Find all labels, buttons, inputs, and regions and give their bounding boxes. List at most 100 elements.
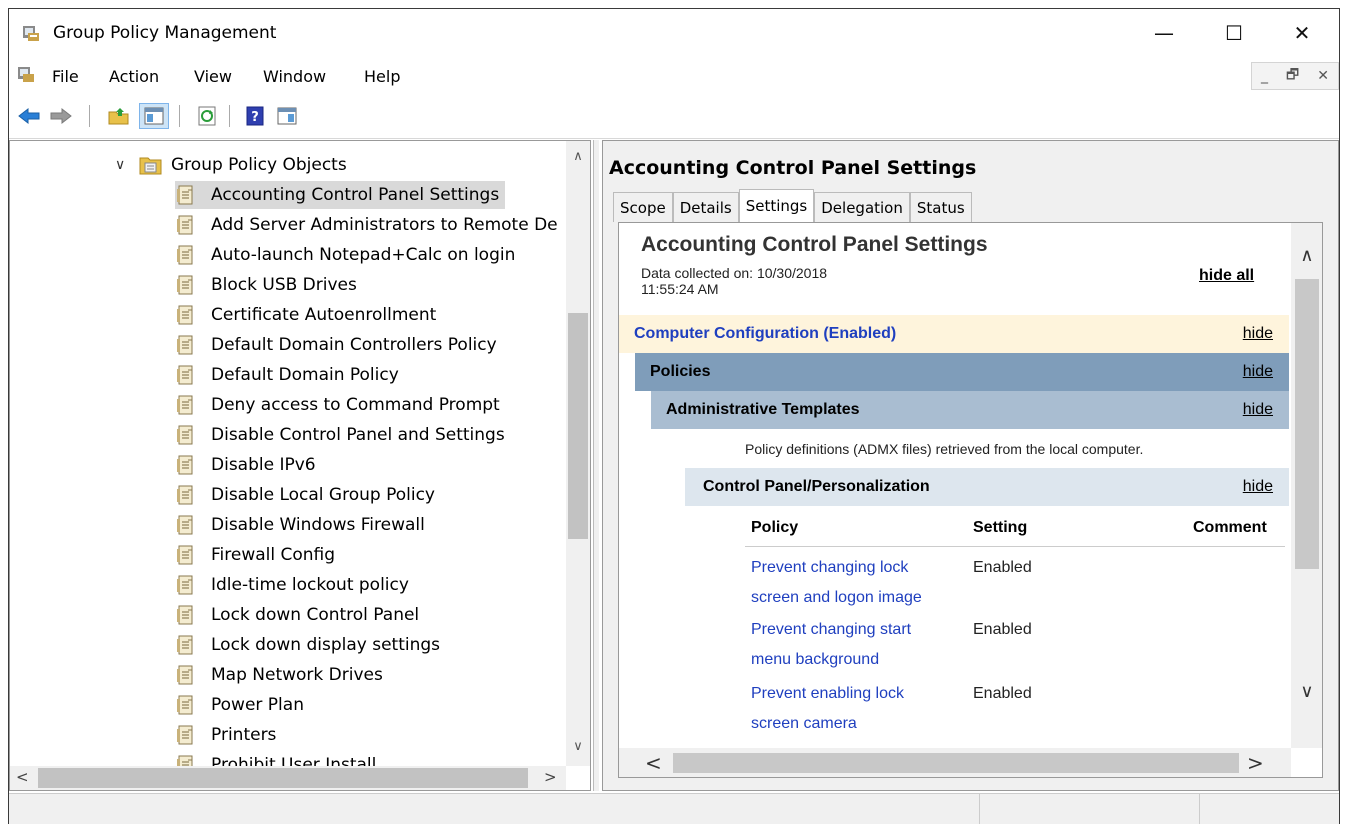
tab-details[interactable]: Details (672, 192, 739, 222)
maximize-button[interactable]: ☐ (1205, 9, 1263, 57)
tree-item-gpo[interactable]: Power Plan (175, 691, 310, 719)
mdi-minimize-button[interactable]: _ (1261, 68, 1268, 84)
tree-item-gpo[interactable]: Certificate Autoenrollment (175, 301, 442, 329)
menu-action[interactable]: Action (109, 67, 159, 86)
tree-pane: ∨ Group Policy Objects Accounting Contro… (9, 140, 591, 791)
tree-item-gpo[interactable]: Disable Windows Firewall (175, 511, 431, 539)
close-button[interactable]: ✕ (1273, 9, 1331, 57)
hide-policies-link[interactable]: hide (1243, 363, 1273, 381)
menu-file[interactable]: File (52, 67, 79, 86)
help-icon[interactable]: ? (243, 105, 267, 127)
menu-view[interactable]: View (194, 67, 232, 86)
tree-item-gpo[interactable]: Printers (175, 721, 282, 749)
tree-vertical-scrollbar[interactable]: ∧ ∨ (566, 141, 590, 766)
tree-item-gpo[interactable]: Prohibit User Install (175, 751, 382, 766)
details-pane: Accounting Control Panel Settings Scope … (602, 140, 1339, 791)
tree-item-gpo[interactable]: Deny access to Command Prompt (175, 391, 506, 419)
tree-item-gpo[interactable]: Lock down display settings (175, 631, 446, 659)
gpo-document-icon (175, 604, 197, 626)
scrollbar-thumb[interactable] (38, 768, 528, 788)
scroll-up-arrow-icon[interactable]: ∧ (1291, 245, 1322, 266)
tree-root-label: Group Policy Objects (171, 155, 347, 175)
tab-settings[interactable]: Settings (738, 189, 815, 222)
menu-window[interactable]: Window (263, 67, 326, 86)
status-bar-divider (1199, 794, 1200, 824)
report-horizontal-scrollbar[interactable]: < > (619, 748, 1291, 777)
tree-item-label: Default Domain Policy (211, 365, 399, 385)
tree-item-gpo[interactable]: Disable Local Group Policy (175, 481, 441, 509)
scroll-down-arrow-icon[interactable]: ∨ (566, 739, 590, 754)
pane-splitter[interactable] (593, 140, 599, 791)
tab-scope[interactable]: Scope (613, 192, 673, 222)
tree-item-gpo[interactable]: Map Network Drives (175, 661, 389, 689)
tree-item-gpo[interactable]: Default Domain Policy (175, 361, 405, 389)
tree-item-gpo[interactable]: Auto-launch Notepad+Calc on login (175, 241, 521, 269)
gpm-app-icon (23, 26, 39, 41)
policy-name-line[interactable]: menu background (751, 645, 961, 675)
report-vertical-scrollbar[interactable]: ∧ ∨ (1291, 223, 1322, 748)
gpo-document-icon (175, 544, 197, 566)
scroll-left-arrow-icon[interactable]: < (16, 768, 29, 786)
hide-administrative-templates-link[interactable]: hide (1243, 401, 1273, 419)
tree-item-gpo[interactable]: Default Domain Controllers Policy (175, 331, 503, 359)
policy-link-lock-screen[interactable]: Prevent changing lock screen and logon i… (751, 553, 961, 613)
toolbar-separator (179, 105, 180, 127)
up-folder-icon[interactable] (107, 105, 131, 127)
status-bar (9, 793, 1339, 824)
tree-item-gpo[interactable]: Lock down Control Panel (175, 601, 425, 629)
show-hide-tree-icon[interactable] (139, 103, 169, 129)
policy-link-start-background[interactable]: Prevent changing start menu background (751, 615, 961, 675)
tree-item-label: Certificate Autoenrollment (211, 305, 437, 325)
hide-control-panel-link[interactable]: hide (1243, 478, 1273, 496)
minimize-button[interactable]: — (1135, 9, 1193, 57)
forward-arrow-icon[interactable] (49, 105, 73, 127)
tree-item-gpo[interactable]: Block USB Drives (175, 271, 363, 299)
hide-computer-configuration-link[interactable]: hide (1243, 325, 1273, 343)
policy-name-line[interactable]: Prevent enabling lock (751, 679, 961, 709)
refresh-icon[interactable] (195, 105, 219, 127)
title-bar: Group Policy Management — ☐ ✕ (9, 9, 1339, 57)
tree-item-gpo[interactable]: Firewall Config (175, 541, 341, 569)
scroll-down-arrow-icon[interactable]: ∨ (1291, 681, 1322, 702)
tree-item-label: Disable Control Panel and Settings (211, 425, 505, 445)
mdi-close-button[interactable]: ✕ (1317, 68, 1329, 84)
gpo-document-icon (175, 364, 197, 386)
tree-root-group-policy-objects[interactable]: ∨ Group Policy Objects (115, 153, 347, 177)
tree-item-label: Add Server Administrators to Remote De (211, 215, 558, 235)
tree-item-gpo[interactable]: Disable Control Panel and Settings (175, 421, 511, 449)
tab-delegation[interactable]: Delegation (814, 192, 910, 222)
mdi-restore-button[interactable]: 🗗 (1286, 64, 1299, 88)
policy-setting-value: Enabled (973, 559, 1032, 576)
chevron-down-icon[interactable]: ∨ (115, 157, 133, 173)
policy-link-lock-camera[interactable]: Prevent enabling lock screen camera (751, 679, 961, 739)
tree-item-gpo[interactable]: Idle-time lockout policy (175, 571, 415, 599)
policy-name-line[interactable]: Prevent changing lock (751, 553, 961, 583)
scroll-left-arrow-icon[interactable]: < (645, 751, 662, 775)
properties-icon[interactable] (275, 105, 299, 127)
policy-setting-value: Enabled (973, 685, 1032, 702)
scrollbar-thumb[interactable] (673, 753, 1239, 773)
tree-item-gpo[interactable]: Disable IPv6 (175, 451, 322, 479)
computer-configuration-section: Computer Configuration (Enabled) hide (619, 315, 1289, 353)
scrollbar-thumb[interactable] (568, 313, 588, 539)
policy-name-line[interactable]: Prevent changing start (751, 615, 961, 645)
tree-horizontal-scrollbar[interactable]: < > (10, 766, 566, 790)
scroll-up-arrow-icon[interactable]: ∧ (566, 149, 590, 164)
tab-status[interactable]: Status (909, 192, 972, 222)
tree-item-label: Disable Local Group Policy (211, 485, 435, 505)
menu-help[interactable]: Help (364, 67, 400, 86)
hide-all-link[interactable]: hide all (1199, 267, 1254, 285)
policy-name-line[interactable]: screen and logon image (751, 583, 961, 613)
scroll-right-arrow-icon[interactable]: > (1247, 751, 1264, 775)
scroll-right-arrow-icon[interactable]: > (544, 768, 557, 786)
gpo-document-icon (175, 424, 197, 446)
console-menu-icon[interactable] (17, 65, 35, 83)
scrollbar-thumb[interactable] (1295, 279, 1319, 569)
tree-item-gpo[interactable]: Accounting Control Panel Settings (175, 181, 506, 209)
policy-name-line[interactable]: screen camera (751, 709, 961, 739)
tree-item-gpo[interactable]: Add Server Administrators to Remote De (175, 211, 564, 239)
window-title: Group Policy Management (53, 23, 277, 43)
back-arrow-icon[interactable] (17, 105, 41, 127)
tree-item-label: Default Domain Controllers Policy (211, 335, 497, 355)
gpo-title: Accounting Control Panel Settings (609, 157, 977, 179)
